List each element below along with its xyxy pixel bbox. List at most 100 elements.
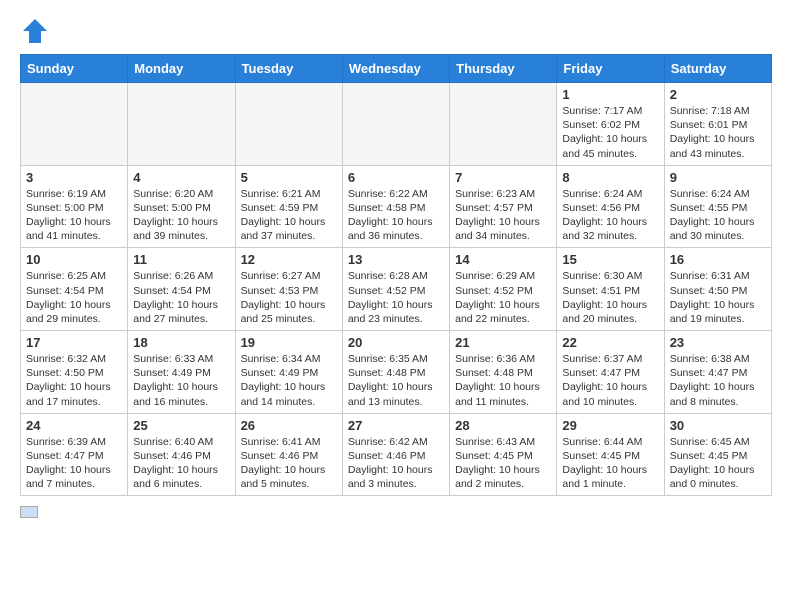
day-info: Sunrise: 6:44 AM Sunset: 4:45 PM Dayligh… — [562, 435, 658, 492]
day-info: Sunrise: 6:29 AM Sunset: 4:52 PM Dayligh… — [455, 269, 551, 326]
calendar-cell-1-4 — [342, 83, 449, 166]
calendar-cell-3-6: 15 Sunrise: 6:30 AM Sunset: 4:51 PM Dayli… — [557, 248, 664, 331]
calendar-cell-2-6: 8 Sunrise: 6:24 AM Sunset: 4:56 PM Daylig… — [557, 165, 664, 248]
day-info: Sunrise: 6:24 AM Sunset: 4:56 PM Dayligh… — [562, 187, 658, 244]
calendar-cell-1-3 — [235, 83, 342, 166]
day-number: 24 — [26, 418, 122, 433]
calendar-week-3: 10 Sunrise: 6:25 AM Sunset: 4:54 PM Dayli… — [21, 248, 772, 331]
calendar-cell-1-5 — [450, 83, 557, 166]
day-number: 8 — [562, 170, 658, 185]
day-number: 25 — [133, 418, 229, 433]
day-number: 30 — [670, 418, 766, 433]
day-info: Sunrise: 6:28 AM Sunset: 4:52 PM Dayligh… — [348, 269, 444, 326]
day-info: Sunrise: 6:30 AM Sunset: 4:51 PM Dayligh… — [562, 269, 658, 326]
day-number: 21 — [455, 335, 551, 350]
calendar-cell-5-1: 24 Sunrise: 6:39 AM Sunset: 4:47 PM Dayli… — [21, 413, 128, 496]
day-number: 20 — [348, 335, 444, 350]
day-number: 15 — [562, 252, 658, 267]
calendar-cell-3-2: 11 Sunrise: 6:26 AM Sunset: 4:54 PM Dayli… — [128, 248, 235, 331]
day-number: 16 — [670, 252, 766, 267]
day-number: 27 — [348, 418, 444, 433]
day-info: Sunrise: 6:25 AM Sunset: 4:54 PM Dayligh… — [26, 269, 122, 326]
day-info: Sunrise: 6:23 AM Sunset: 4:57 PM Dayligh… — [455, 187, 551, 244]
legend-color-box — [20, 506, 38, 518]
day-number: 29 — [562, 418, 658, 433]
day-number: 7 — [455, 170, 551, 185]
calendar-cell-2-1: 3 Sunrise: 6:19 AM Sunset: 5:00 PM Daylig… — [21, 165, 128, 248]
calendar-week-1: 1 Sunrise: 7:17 AM Sunset: 6:02 PM Daylig… — [21, 83, 772, 166]
day-info: Sunrise: 6:20 AM Sunset: 5:00 PM Dayligh… — [133, 187, 229, 244]
day-number: 10 — [26, 252, 122, 267]
calendar-cell-1-6: 1 Sunrise: 7:17 AM Sunset: 6:02 PM Daylig… — [557, 83, 664, 166]
day-number: 4 — [133, 170, 229, 185]
calendar-cell-2-5: 7 Sunrise: 6:23 AM Sunset: 4:57 PM Daylig… — [450, 165, 557, 248]
day-number: 5 — [241, 170, 337, 185]
calendar-cell-5-5: 28 Sunrise: 6:43 AM Sunset: 4:45 PM Dayli… — [450, 413, 557, 496]
calendar-cell-3-7: 16 Sunrise: 6:31 AM Sunset: 4:50 PM Dayli… — [664, 248, 771, 331]
calendar-cell-2-2: 4 Sunrise: 6:20 AM Sunset: 5:00 PM Daylig… — [128, 165, 235, 248]
day-number: 13 — [348, 252, 444, 267]
day-number: 12 — [241, 252, 337, 267]
day-info: Sunrise: 6:39 AM Sunset: 4:47 PM Dayligh… — [26, 435, 122, 492]
calendar-cell-3-4: 13 Sunrise: 6:28 AM Sunset: 4:52 PM Dayli… — [342, 248, 449, 331]
calendar-cell-4-2: 18Sunrise: 6:33 AM Sunset: 4:49 PM Dayli… — [128, 331, 235, 414]
calendar-cell-4-7: 23Sunrise: 6:38 AM Sunset: 4:47 PM Dayli… — [664, 331, 771, 414]
day-info: Sunrise: 6:40 AM Sunset: 4:46 PM Dayligh… — [133, 435, 229, 492]
calendar-cell-4-6: 22 Sunrise: 6:37 AM Sunset: 4:47 PM Dayli… — [557, 331, 664, 414]
weekday-header-wednesday: Wednesday — [342, 55, 449, 83]
day-info: Sunrise: 6:43 AM Sunset: 4:45 PM Dayligh… — [455, 435, 551, 492]
weekday-header-thursday: Thursday — [450, 55, 557, 83]
day-number: 18 — [133, 335, 229, 350]
calendar-week-4: 17Sunrise: 6:32 AM Sunset: 4:50 PM Dayli… — [21, 331, 772, 414]
day-number: 23 — [670, 335, 766, 350]
day-number: 22 — [562, 335, 658, 350]
calendar-cell-4-5: 21 Sunrise: 6:36 AM Sunset: 4:48 PM Dayli… — [450, 331, 557, 414]
weekday-header-sunday: Sunday — [21, 55, 128, 83]
calendar-cell-1-1 — [21, 83, 128, 166]
logo-icon — [20, 16, 50, 46]
day-number: 19 — [241, 335, 337, 350]
day-info: Sunrise: 7:17 AM Sunset: 6:02 PM Dayligh… — [562, 104, 658, 161]
day-info: Sunrise: 6:45 AM Sunset: 4:45 PM Dayligh… — [670, 435, 766, 492]
calendar-cell-1-2 — [128, 83, 235, 166]
weekday-header-monday: Monday — [128, 55, 235, 83]
day-number: 14 — [455, 252, 551, 267]
day-number: 28 — [455, 418, 551, 433]
day-number: 17 — [26, 335, 122, 350]
day-info: Sunrise: 6:26 AM Sunset: 4:54 PM Dayligh… — [133, 269, 229, 326]
calendar-body: 1 Sunrise: 7:17 AM Sunset: 6:02 PM Daylig… — [21, 83, 772, 496]
calendar-cell-3-1: 10 Sunrise: 6:25 AM Sunset: 4:54 PM Dayli… — [21, 248, 128, 331]
day-number: 6 — [348, 170, 444, 185]
day-number: 3 — [26, 170, 122, 185]
calendar-cell-5-3: 26 Sunrise: 6:41 AM Sunset: 4:46 PM Dayli… — [235, 413, 342, 496]
calendar-cell-3-3: 12Sunrise: 6:27 AM Sunset: 4:53 PM Dayli… — [235, 248, 342, 331]
day-info: Sunrise: 6:19 AM Sunset: 5:00 PM Dayligh… — [26, 187, 122, 244]
day-info: Sunrise: 6:41 AM Sunset: 4:46 PM Dayligh… — [241, 435, 337, 492]
calendar-cell-5-6: 29 Sunrise: 6:44 AM Sunset: 4:45 PM Dayli… — [557, 413, 664, 496]
calendar-cell-4-1: 17Sunrise: 6:32 AM Sunset: 4:50 PM Dayli… — [21, 331, 128, 414]
day-number: 26 — [241, 418, 337, 433]
day-info: Sunrise: 6:21 AM Sunset: 4:59 PM Dayligh… — [241, 187, 337, 244]
day-info: Sunrise: 7:18 AM Sunset: 6:01 PM Dayligh… — [670, 104, 766, 161]
weekday-header-friday: Friday — [557, 55, 664, 83]
calendar-week-5: 24 Sunrise: 6:39 AM Sunset: 4:47 PM Dayli… — [21, 413, 772, 496]
day-info: Sunrise: 6:35 AM Sunset: 4:48 PM Dayligh… — [348, 352, 444, 409]
day-info: Sunrise: 6:22 AM Sunset: 4:58 PM Dayligh… — [348, 187, 444, 244]
day-info: Sunrise: 6:36 AM Sunset: 4:48 PM Dayligh… — [455, 352, 551, 409]
calendar-cell-4-3: 19Sunrise: 6:34 AM Sunset: 4:49 PM Dayli… — [235, 331, 342, 414]
day-number: 2 — [670, 87, 766, 102]
weekday-header-tuesday: Tuesday — [235, 55, 342, 83]
day-number: 11 — [133, 252, 229, 267]
calendar-cell-5-2: 25 Sunrise: 6:40 AM Sunset: 4:46 PM Dayli… — [128, 413, 235, 496]
calendar-cell-1-7: 2 Sunrise: 7:18 AM Sunset: 6:01 PM Daylig… — [664, 83, 771, 166]
day-info: Sunrise: 6:37 AM Sunset: 4:47 PM Dayligh… — [562, 352, 658, 409]
calendar-cell-2-7: 9Sunrise: 6:24 AM Sunset: 4:55 PM Daylig… — [664, 165, 771, 248]
day-info: Sunrise: 6:42 AM Sunset: 4:46 PM Dayligh… — [348, 435, 444, 492]
calendar-cell-2-4: 6 Sunrise: 6:22 AM Sunset: 4:58 PM Daylig… — [342, 165, 449, 248]
day-info: Sunrise: 6:31 AM Sunset: 4:50 PM Dayligh… — [670, 269, 766, 326]
day-number: 1 — [562, 87, 658, 102]
calendar-cell-3-5: 14 Sunrise: 6:29 AM Sunset: 4:52 PM Dayli… — [450, 248, 557, 331]
calendar-cell-2-3: 5 Sunrise: 6:21 AM Sunset: 4:59 PM Daylig… — [235, 165, 342, 248]
header — [20, 16, 772, 46]
legend — [20, 506, 772, 518]
